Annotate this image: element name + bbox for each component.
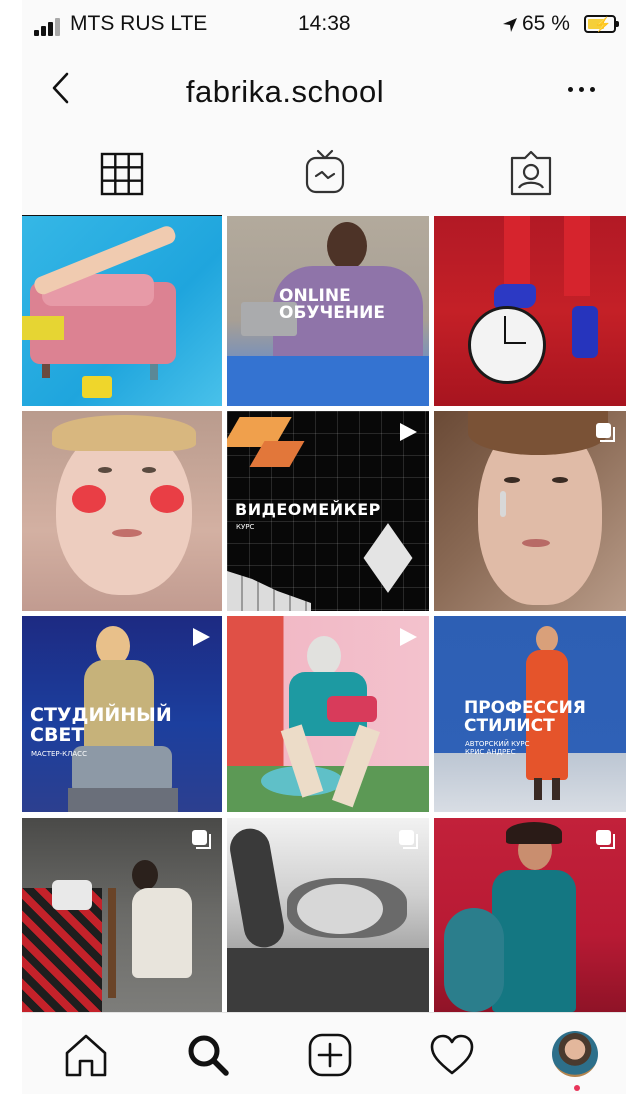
tagged-icon	[510, 150, 552, 196]
activity-heart-icon[interactable]	[428, 1031, 476, 1079]
post-thumbnail[interactable]	[434, 411, 626, 611]
post-thumbnail[interactable]	[434, 216, 626, 406]
cellular-signal-icon	[34, 18, 62, 36]
search-icon[interactable]	[184, 1031, 232, 1079]
profile-avatar-icon[interactable]	[552, 1031, 598, 1077]
post-caption: ПРОФЕССИЯ СТИЛИСТ	[464, 698, 586, 736]
post-thumbnail[interactable]	[227, 616, 429, 812]
post-thumbnail[interactable]	[22, 818, 222, 1012]
post-subcaption: МАСТЕР-КЛАСС	[31, 750, 87, 758]
post-thumbnail[interactable]	[22, 411, 222, 611]
igtv-icon	[305, 149, 345, 194]
post-subcaption: АВТОРСКИЙ КУРС КРИС АНДРЕС	[465, 740, 530, 757]
notification-dot	[574, 1085, 580, 1091]
more-options-icon[interactable]	[562, 74, 602, 104]
post-caption: ВИДЕОМЕЙКЕР	[235, 500, 381, 519]
bottom-navigation	[22, 1012, 626, 1094]
video-play-icon	[400, 628, 417, 646]
carousel-icon	[596, 830, 615, 849]
instagram-profile-screen: MTS RUS LTE 14:38 65 % ⚡ fabrika.school	[22, 0, 626, 1094]
carrier-label: MTS RUS LTE	[70, 12, 208, 35]
post-thumbnail[interactable]	[22, 216, 222, 406]
clock: 14:38	[298, 12, 351, 35]
post-thumbnail[interactable]	[227, 818, 429, 1012]
posts-grid: ONLINE ОБУЧЕНИЕ ВИДЕОМЕЙКЕР КУРС СТУДИЙН…	[22, 216, 626, 1012]
tab-igtv[interactable]	[222, 128, 422, 216]
battery-tip	[616, 21, 619, 27]
post-thumbnail[interactable]: ПРОФЕССИЯ СТИЛИСТ АВТОРСКИЙ КУРС КРИС АНДР…	[434, 616, 626, 812]
post-caption: СТУДИЙНЫЙ СВЕТ	[30, 704, 172, 746]
post-thumbnail[interactable]	[434, 818, 626, 1012]
video-play-icon	[400, 423, 417, 441]
tab-tagged[interactable]	[424, 128, 624, 216]
battery-percentage: 65 %	[522, 12, 570, 35]
new-post-icon[interactable]	[306, 1031, 354, 1079]
profile-header: fabrika.school	[22, 60, 626, 120]
home-icon[interactable]	[62, 1031, 110, 1079]
video-play-icon	[193, 628, 210, 646]
location-arrow-icon	[503, 18, 517, 32]
grid-icon	[100, 152, 144, 196]
profile-tabs	[22, 128, 626, 217]
post-thumbnail[interactable]: ВИДЕОМЕЙКЕР КУРС	[227, 411, 429, 611]
post-thumbnail[interactable]: ONLINE ОБУЧЕНИЕ	[227, 216, 429, 406]
tab-grid[interactable]	[22, 128, 222, 217]
carousel-icon	[192, 830, 211, 849]
battery-icon: ⚡	[584, 15, 616, 33]
status-bar: MTS RUS LTE 14:38 65 % ⚡	[22, 0, 626, 48]
post-subcaption: КУРС	[236, 523, 255, 531]
carousel-icon	[399, 830, 418, 849]
profile-username: fabrika.school	[185, 74, 385, 109]
carousel-icon	[596, 423, 615, 442]
post-caption: ONLINE ОБУЧЕНИЕ	[279, 286, 385, 323]
post-thumbnail[interactable]: СТУДИЙНЫЙ СВЕТ МАСТЕР-КЛАСС	[22, 616, 222, 812]
